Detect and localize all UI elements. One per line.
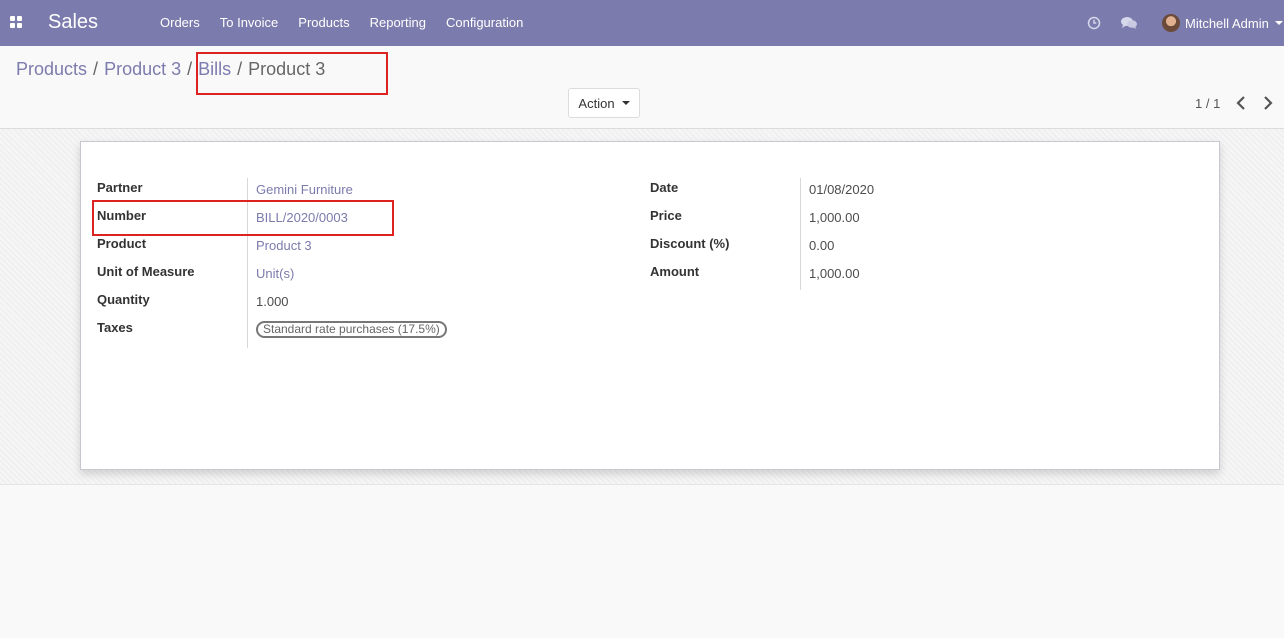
- menu-configuration[interactable]: Configuration: [436, 0, 533, 46]
- field-row-quantity: Quantity 1.000: [97, 290, 597, 318]
- right-field-group: Date 01/08/2020 Price 1,000.00 Discount …: [650, 178, 1150, 290]
- field-row-price: Price 1,000.00: [650, 206, 1150, 234]
- taxes-label: Taxes: [97, 320, 133, 335]
- date-label: Date: [650, 180, 679, 195]
- breadcrumb-separator: /: [93, 59, 99, 79]
- menu-orders[interactable]: Orders: [150, 0, 210, 46]
- action-button[interactable]: Action: [568, 88, 640, 118]
- caret-down-icon: [621, 101, 630, 105]
- uom-label: Unit of Measure: [97, 264, 195, 279]
- partner-link[interactable]: Gemini Furniture: [256, 182, 353, 197]
- form-sheet: Partner Gemini Furniture Number BILL/202…: [80, 141, 1220, 470]
- caret-down-icon: [1274, 21, 1283, 25]
- top-navbar: Sales Orders To Invoice Products Reporti…: [0, 0, 1284, 46]
- discount-label: Discount (%): [650, 236, 730, 251]
- field-row-discount: Discount (%) 0.00: [650, 234, 1150, 262]
- breadcrumb-product-3[interactable]: Product 3: [104, 58, 181, 80]
- main-menu: Orders To Invoice Products Reporting Con…: [150, 0, 533, 46]
- price-value: 1,000.00: [809, 210, 860, 225]
- pager-value: 1 / 1: [1195, 96, 1221, 111]
- chevron-right-icon[interactable]: [1262, 95, 1274, 111]
- clock-icon[interactable]: [1087, 0, 1101, 46]
- product-link[interactable]: Product 3: [256, 238, 312, 253]
- chat-icon[interactable]: [1120, 0, 1138, 46]
- uom-link[interactable]: Unit(s): [256, 266, 294, 281]
- quantity-label: Quantity: [97, 292, 150, 307]
- taxes-value: Standard rate purchases (17.5%): [256, 321, 447, 338]
- quantity-value: 1.000: [256, 294, 289, 309]
- user-name: Mitchell Admin: [1185, 15, 1269, 31]
- highlight-box-breadcrumb: [196, 52, 388, 95]
- tax-tag[interactable]: Standard rate purchases (17.5%): [256, 321, 447, 338]
- field-row-taxes: Taxes Standard rate purchases (17.5%): [97, 318, 597, 346]
- highlight-box-number: [92, 200, 394, 236]
- apps-grid-icon[interactable]: [10, 16, 22, 28]
- field-row-product: Product Product 3: [97, 234, 597, 262]
- chevron-left-icon[interactable]: [1235, 95, 1247, 111]
- amount-value: 1,000.00: [809, 266, 860, 281]
- breadcrumb-products[interactable]: Products: [16, 58, 87, 80]
- app-brand[interactable]: Sales: [48, 10, 98, 34]
- field-row-date: Date 01/08/2020: [650, 178, 1150, 206]
- date-value: 01/08/2020: [809, 182, 875, 197]
- menu-products[interactable]: Products: [288, 0, 359, 46]
- product-label: Product: [97, 236, 147, 251]
- field-row-amount: Amount 1,000.00: [650, 262, 1150, 290]
- menu-to-invoice[interactable]: To Invoice: [210, 0, 289, 46]
- user-menu[interactable]: Mitchell Admin: [1162, 0, 1283, 46]
- action-label: Action: [578, 95, 615, 111]
- discount-value: 0.00: [809, 238, 835, 253]
- partner-label: Partner: [97, 180, 143, 195]
- amount-label: Amount: [650, 264, 700, 279]
- avatar: [1162, 14, 1180, 32]
- field-row-uom: Unit of Measure Unit(s): [97, 262, 597, 290]
- divider: [0, 484, 1284, 485]
- price-label: Price: [650, 208, 682, 223]
- menu-reporting[interactable]: Reporting: [360, 0, 436, 46]
